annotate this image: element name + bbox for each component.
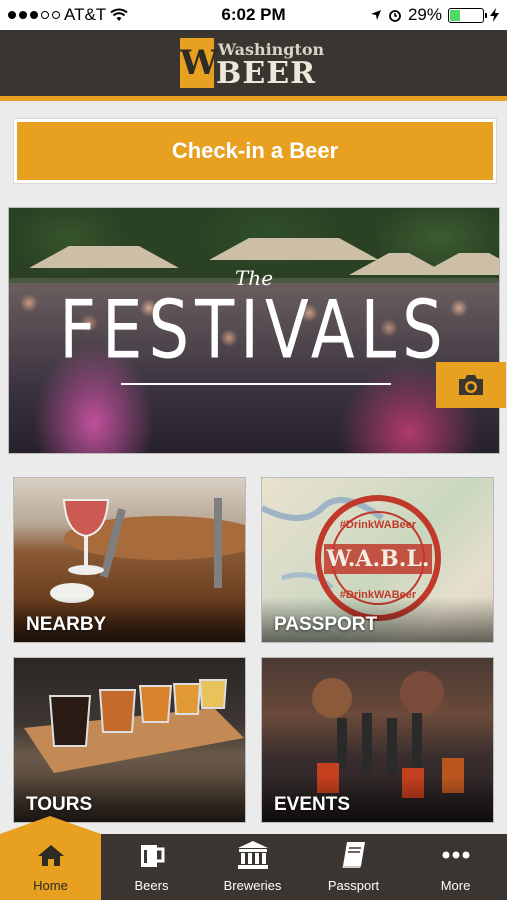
stamp-main-text: W.A.B.L. <box>325 546 429 572</box>
charging-bolt-icon <box>490 8 499 22</box>
tours-tile[interactable]: TOURS <box>13 657 246 823</box>
bottom-tab-bar: Home Beers Breweries Passport More <box>0 816 507 900</box>
beer-mug-icon <box>137 840 167 870</box>
nearby-label: NEARBY <box>26 614 107 635</box>
tab-beers-label: Beers <box>134 878 169 893</box>
tab-home[interactable]: Home <box>0 816 101 900</box>
passport-label: PASSPORT <box>274 614 378 635</box>
tours-label: TOURS <box>26 794 93 815</box>
tab-home-label: Home <box>33 878 68 893</box>
tab-passport[interactable]: Passport <box>303 834 404 900</box>
app-header: W Washington BEER <box>0 30 507 101</box>
stamp-top-text: #DrinkWABeer <box>340 519 417 531</box>
battery-percent: 29% <box>407 5 442 24</box>
nearby-tile[interactable]: NEARBY <box>13 477 246 643</box>
festivals-title: FESTIVALS <box>59 284 449 378</box>
logo-letter: W <box>180 38 218 88</box>
tab-more-label: More <box>440 878 471 893</box>
festivals-banner[interactable]: The FESTIVALS <box>8 207 500 454</box>
status-right: 29% <box>370 5 499 25</box>
camera-button[interactable] <box>436 362 506 408</box>
tab-breweries-label: Breweries <box>223 878 282 893</box>
tab-breweries[interactable]: Breweries <box>202 834 303 900</box>
title-underline <box>121 383 391 385</box>
tab-beers[interactable]: Beers <box>101 834 202 900</box>
status-bar: AT&T 6:02 PM 29% <box>0 0 507 30</box>
building-icon <box>236 840 270 870</box>
home-icon <box>36 840 66 870</box>
logo-bottom-text: BEER <box>216 56 317 91</box>
events-label: EVENTS <box>274 794 351 815</box>
location-arrow-icon <box>370 10 381 20</box>
passport-tile[interactable]: W.A.B.L. #DrinkWABeer #DrinkWABeer PASSP… <box>261 477 494 643</box>
more-dots-icon <box>441 840 471 870</box>
washington-beer-logo[interactable]: W Washington BEER <box>180 36 330 91</box>
book-icon <box>339 840 369 870</box>
tab-more[interactable]: More <box>404 834 507 900</box>
events-tile[interactable]: EVENTS <box>261 657 494 823</box>
alarm-icon <box>389 10 401 22</box>
camera-icon <box>459 375 483 395</box>
battery-icon <box>448 7 487 23</box>
check-in-button[interactable]: Check-in a Beer <box>14 119 496 183</box>
tab-passport-label: Passport <box>327 878 380 893</box>
tent-shape <box>29 246 179 268</box>
